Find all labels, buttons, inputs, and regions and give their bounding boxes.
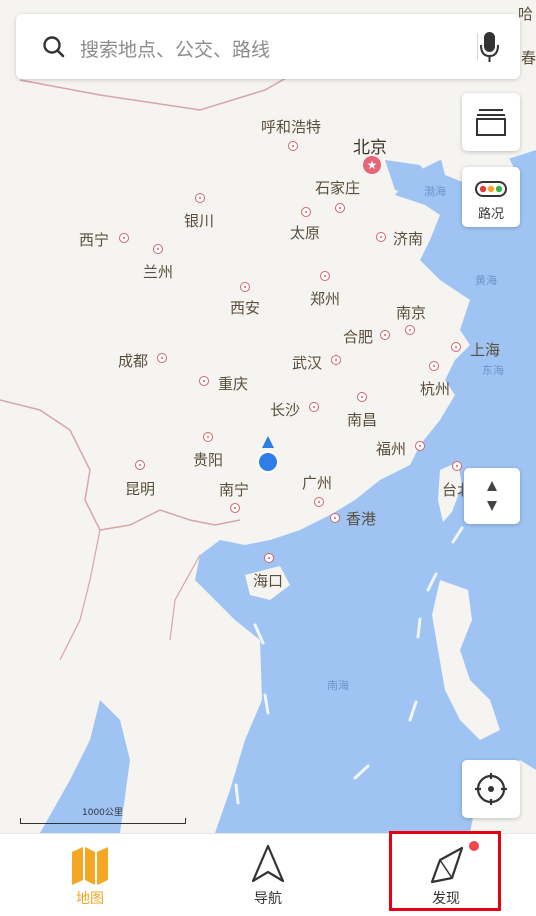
search-bar[interactable]: 搜索地点、公交、路线: [16, 14, 520, 79]
city-label-beijing: 北京: [353, 138, 387, 158]
city-marker: [203, 432, 213, 442]
city-label-chongqing: 重庆: [218, 375, 249, 393]
map-icon: [72, 847, 108, 885]
city-marker: [452, 461, 462, 471]
city-label-chengdu: 成都: [118, 352, 149, 370]
city-marker: [240, 282, 250, 292]
city-label-zhengzhou: 郑州: [310, 290, 341, 308]
city-label-jinan: 济南: [393, 230, 424, 248]
city-label-huhehaote: 呼和浩特: [261, 118, 322, 136]
tab-navigation-label: 导航: [254, 891, 282, 907]
city-label-xian: 西安: [230, 299, 261, 317]
city-marker: [199, 376, 209, 386]
city-label-xianggang: 香港: [346, 510, 377, 528]
city-marker: [331, 355, 341, 365]
city-label-nanchang: 南昌: [347, 411, 378, 429]
tab-map-label: 地图: [76, 891, 104, 907]
water-label-huanghai: 黄海: [475, 274, 497, 287]
city-label-fuzhou: 福州: [376, 440, 407, 458]
city-label-kunming: 昆明: [125, 480, 156, 498]
city-marker: [264, 553, 274, 563]
city-label-shanghai: 上海: [470, 341, 501, 359]
city-marker: [153, 244, 163, 254]
map-view[interactable]: ★ 北京 呼和浩特 石家庄 银川 西宁 太原 济南 兰州 郑州 西安 南京 合肥…: [0, 0, 536, 833]
highlight-box: [389, 831, 501, 911]
map-scale-bar: [20, 818, 186, 824]
city-label-edge-ha: 哈: [518, 5, 534, 23]
map-scale: 1000公里: [20, 805, 186, 824]
navigation-arrow-icon: [251, 844, 285, 883]
city-marker: [451, 342, 461, 352]
city-label-nanning: 南宁: [219, 481, 250, 499]
city-marker: [119, 233, 129, 243]
city-marker: [380, 330, 390, 340]
layers-button[interactable]: [462, 93, 520, 151]
city-marker: [320, 271, 330, 281]
city-label-hangzhou: 杭州: [420, 380, 451, 398]
city-marker: [301, 207, 311, 217]
water-label-donghai: 东海: [482, 364, 504, 377]
city-label-guangzhou: 广州: [302, 474, 333, 492]
city-marker: [335, 203, 345, 213]
city-label-hefei: 合肥: [343, 328, 374, 346]
compass-arrows-icon: [487, 481, 497, 511]
city-label-xining: 西宁: [79, 231, 110, 249]
city-label-taiyuan: 太原: [290, 224, 321, 242]
city-label-nanjing: 南京: [396, 304, 427, 322]
city-marker: [309, 402, 319, 412]
city-label-haikou: 海口: [253, 572, 284, 590]
city-label-changsha: 长沙: [270, 401, 301, 419]
city-marker: [195, 193, 205, 203]
compass-button[interactable]: [464, 468, 520, 524]
tab-navigation[interactable]: 导航: [218, 834, 318, 916]
city-marker: [330, 513, 340, 523]
city-label-yinchuan: 银川: [184, 212, 215, 230]
microphone-icon[interactable]: [478, 30, 502, 64]
search-icon: [43, 36, 65, 58]
water-label-bohai: 渤海: [424, 185, 446, 198]
city-marker: [405, 325, 415, 335]
city-marker: [135, 460, 145, 470]
locate-button[interactable]: [462, 760, 520, 818]
traffic-button[interactable]: 路况: [462, 167, 520, 227]
city-label-lanzhou: 兰州: [143, 263, 174, 281]
city-marker: [314, 497, 324, 507]
map-scale-label: 1000公里: [82, 808, 123, 818]
city-label-edge-chun: 春: [521, 49, 536, 67]
capital-star-icon: ★: [363, 156, 381, 174]
city-marker: [415, 441, 425, 451]
city-marker: [157, 353, 167, 363]
city-label-shijiazhuang: 石家庄: [315, 179, 361, 197]
city-marker: [376, 232, 386, 242]
city-marker: [230, 503, 240, 513]
city-label-wuhan: 武汉: [292, 354, 323, 372]
traffic-label: 路况: [477, 207, 504, 222]
city-marker: [357, 392, 367, 402]
water-label-nanhai: 南海: [327, 679, 349, 692]
current-location-icon: [256, 436, 280, 476]
city-label-guiyang: 贵阳: [193, 451, 224, 469]
layers-icon: [476, 109, 506, 136]
locate-icon: [475, 773, 507, 805]
city-marker: [288, 141, 298, 151]
tab-map[interactable]: 地图: [40, 834, 140, 916]
city-marker: [429, 361, 439, 371]
search-input[interactable]: 搜索地点、公交、路线: [80, 35, 270, 62]
